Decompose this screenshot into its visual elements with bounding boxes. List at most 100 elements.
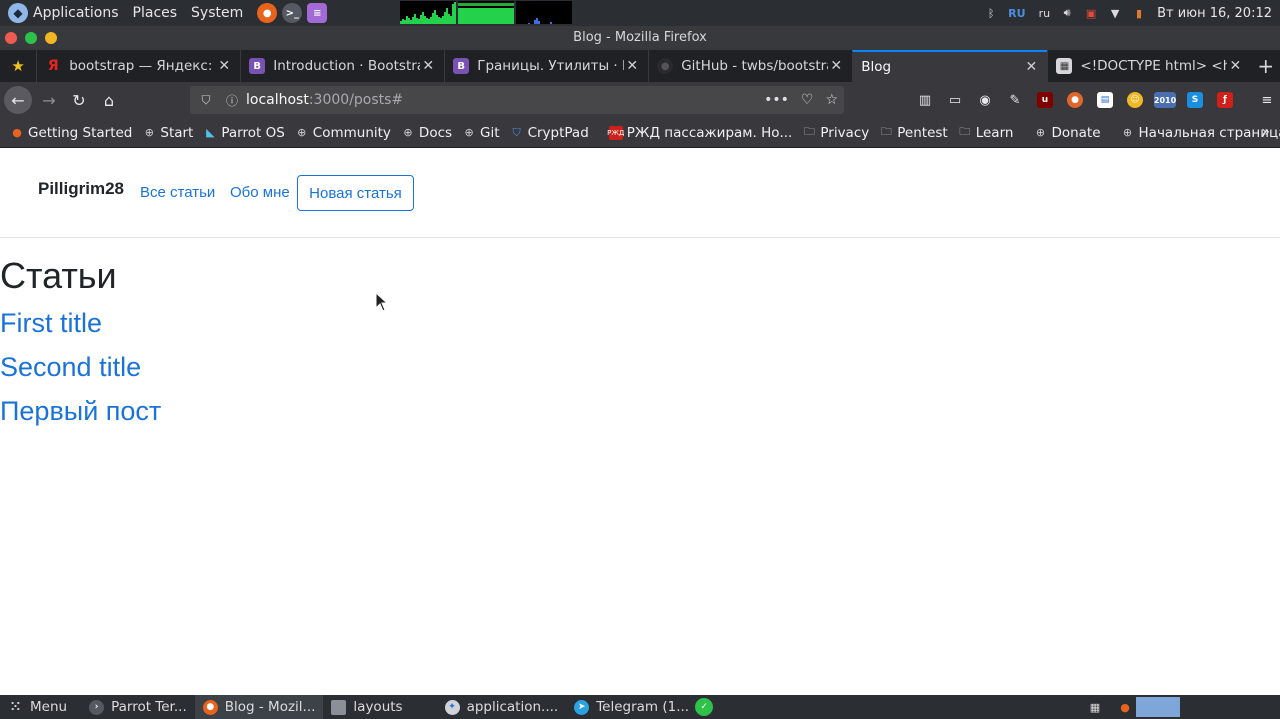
more-bookmarks-chevron-icon[interactable]: »: [1261, 124, 1270, 140]
post-link-first[interactable]: First title: [0, 308, 102, 339]
tab-bootstrap-intro[interactable]: B Introduction · Bootstrap ✕: [240, 50, 444, 82]
bluetooth-icon[interactable]: ᛒ: [984, 6, 998, 20]
globe-icon: ⊕: [1122, 126, 1133, 139]
workspace-1[interactable]: ●: [1114, 697, 1136, 717]
skype-chip: S: [1187, 92, 1203, 108]
system-menu[interactable]: System: [191, 5, 243, 21]
task-label: application....: [466, 699, 559, 715]
face-icon[interactable]: ☺: [1120, 88, 1150, 112]
bookmark-pentest[interactable]: 🗀︎ Pentest: [879, 125, 948, 141]
parrot-logo-icon[interactable]: ◆: [8, 3, 28, 23]
site-brand[interactable]: Pilligrim28: [38, 179, 124, 199]
taskbar-task-terminal[interactable]: › Parrot Ter...: [81, 695, 195, 719]
workspace-3[interactable]: [1180, 697, 1280, 717]
bookmark-learn[interactable]: 🗀︎ Learn: [958, 124, 1014, 141]
tab-doctype[interactable]: ▦ <!DOCTYPE html> <htm ✕: [1047, 50, 1251, 82]
bookmark-getting-started[interactable]: ● Getting Started: [10, 125, 132, 141]
task-label: layouts: [353, 699, 403, 715]
shield-icon[interactable]: ⛉: [198, 93, 214, 108]
keyboard-layout-flag[interactable]: RU: [1008, 6, 1025, 20]
tab-blog[interactable]: Blog ✕: [852, 50, 1048, 82]
page-title: Статьи: [0, 255, 117, 296]
graph-bar: [550, 22, 552, 24]
taskbar-task-telegram[interactable]: ➤ Telegram (1... ✓: [566, 695, 728, 719]
shield-icon: ⛉: [512, 125, 521, 139]
ublock-icon[interactable]: u: [1030, 88, 1060, 112]
bookmark-parrot-os[interactable]: ◣ Parrot OS: [203, 125, 285, 141]
bookmark-start[interactable]: ⊕ Start: [142, 125, 194, 141]
calendar-2010-icon[interactable]: 2010: [1150, 88, 1180, 112]
new-post-button[interactable]: Новая статья: [297, 175, 414, 211]
bootstrap-icon: B: [453, 58, 470, 74]
url-bar[interactable]: ⛉ ⓘ localhost:3000/posts# ••• ♡ ☆: [190, 86, 844, 114]
close-tab-icon[interactable]: ✕: [216, 58, 232, 74]
globe-icon: ⊕: [403, 126, 413, 139]
post-link-second[interactable]: Second title: [0, 352, 141, 383]
forward-button[interactable]: →: [34, 86, 64, 114]
bookmark-donate[interactable]: ⊕ Donate: [1033, 125, 1101, 141]
sidebar-icon[interactable]: ▭: [940, 88, 970, 112]
wifi-icon[interactable]: ▼: [1108, 6, 1122, 20]
flash-icon[interactable]: ƒ: [1210, 88, 1240, 112]
bookmark-label: Git: [480, 124, 500, 141]
close-tab-icon[interactable]: ✕: [828, 58, 844, 74]
keyboard-layout[interactable]: ru: [1039, 6, 1051, 20]
taskbar-menu-button[interactable]: ⁙ Menu: [0, 695, 75, 719]
mouse-cursor-icon: [375, 292, 389, 312]
account-icon[interactable]: ◉: [970, 88, 1000, 112]
taskbar-task-layouts[interactable]: layouts: [323, 695, 410, 719]
hamburger-menu-icon[interactable]: ≡: [1252, 88, 1280, 112]
extension-icon[interactable]: ✎: [1000, 88, 1030, 112]
nav-link-about[interactable]: Обо мне: [230, 184, 290, 201]
bookmark-git[interactable]: ⊕ Git: [462, 124, 500, 141]
battery-icon[interactable]: ▮: [1132, 6, 1146, 20]
folder-icon: [331, 699, 347, 715]
tab-bootstrap-borders[interactable]: B Границы. Утилиты · Bo ✕: [444, 50, 648, 82]
back-button[interactable]: ←: [4, 86, 32, 114]
bookmark-community[interactable]: ⊕ Community: [295, 125, 391, 141]
new-tab-button[interactable]: +: [1251, 50, 1280, 82]
taskbar-task-application[interactable]: ✦ application....: [437, 695, 567, 719]
tab-github[interactable]: ● GitHub - twbs/bootstra ✕: [648, 50, 852, 82]
bookmark-cryptpad[interactable]: ⛉ CryptPad: [510, 124, 589, 141]
library-icon[interactable]: ▥: [910, 88, 940, 112]
post-link-third[interactable]: Первый пост: [0, 396, 161, 427]
clock[interactable]: Вт июн 16, 20:12: [1157, 6, 1272, 21]
taskbar-task-firefox[interactable]: ● Blog - Mozil...: [194, 695, 324, 719]
firefox-launcher-icon[interactable]: ●: [257, 3, 278, 23]
terminal-launcher-icon[interactable]: >_: [282, 3, 303, 23]
applications-menu[interactable]: Applications: [33, 5, 119, 21]
volume-icon[interactable]: 🔊︎: [1060, 6, 1074, 20]
home-button[interactable]: ⌂: [94, 86, 124, 114]
close-tab-icon[interactable]: ✕: [420, 58, 436, 74]
show-desktop-icon[interactable]: ▦: [1084, 697, 1106, 717]
workspace-2[interactable]: [1136, 697, 1180, 717]
close-tab-icon[interactable]: ✕: [624, 58, 640, 74]
close-tab-icon[interactable]: ✕: [1023, 59, 1039, 75]
cart-icon[interactable]: ▤: [1090, 88, 1120, 112]
info-icon[interactable]: ⓘ: [224, 92, 240, 109]
nav-link-all-posts[interactable]: Все статьи: [140, 184, 215, 201]
star-icon[interactable]: ★: [0, 50, 36, 82]
page-actions-icon[interactable]: •••: [764, 92, 789, 108]
bookmark-start-page[interactable]: ⊕ Начальная страница: [1121, 125, 1280, 141]
pocket-icon[interactable]: ♡: [801, 92, 814, 108]
globe-icon: ⊕: [297, 126, 307, 139]
skype-icon[interactable]: S: [1180, 88, 1210, 112]
bookmark-label: Learn: [975, 124, 1014, 141]
close-tab-icon[interactable]: ✕: [1227, 58, 1243, 74]
text-editor-launcher-icon[interactable]: ≡: [307, 3, 328, 23]
bookmark-rzd[interactable]: РЖД РЖД пассажирам. Но...: [607, 125, 792, 141]
firefox-icon: ●: [12, 126, 22, 139]
reload-button[interactable]: ↻: [64, 86, 94, 114]
tab-yandex[interactable]: Я bootstrap — Яндекс: н ✕: [36, 50, 240, 82]
bookmark-star-icon[interactable]: ☆: [825, 92, 838, 108]
places-menu[interactable]: Places: [133, 5, 178, 21]
bookmark-docs[interactable]: ⊕ Docs: [401, 125, 452, 141]
extension-orange-icon[interactable]: ●: [1060, 88, 1090, 112]
graph-bar: [538, 21, 540, 24]
bookmark-label: CryptPad: [527, 124, 589, 141]
bookmark-privacy[interactable]: 🗀︎ Privacy: [802, 125, 869, 141]
folder-icon: 🗀︎: [959, 125, 971, 138]
updates-icon[interactable]: ▣: [1084, 6, 1098, 20]
